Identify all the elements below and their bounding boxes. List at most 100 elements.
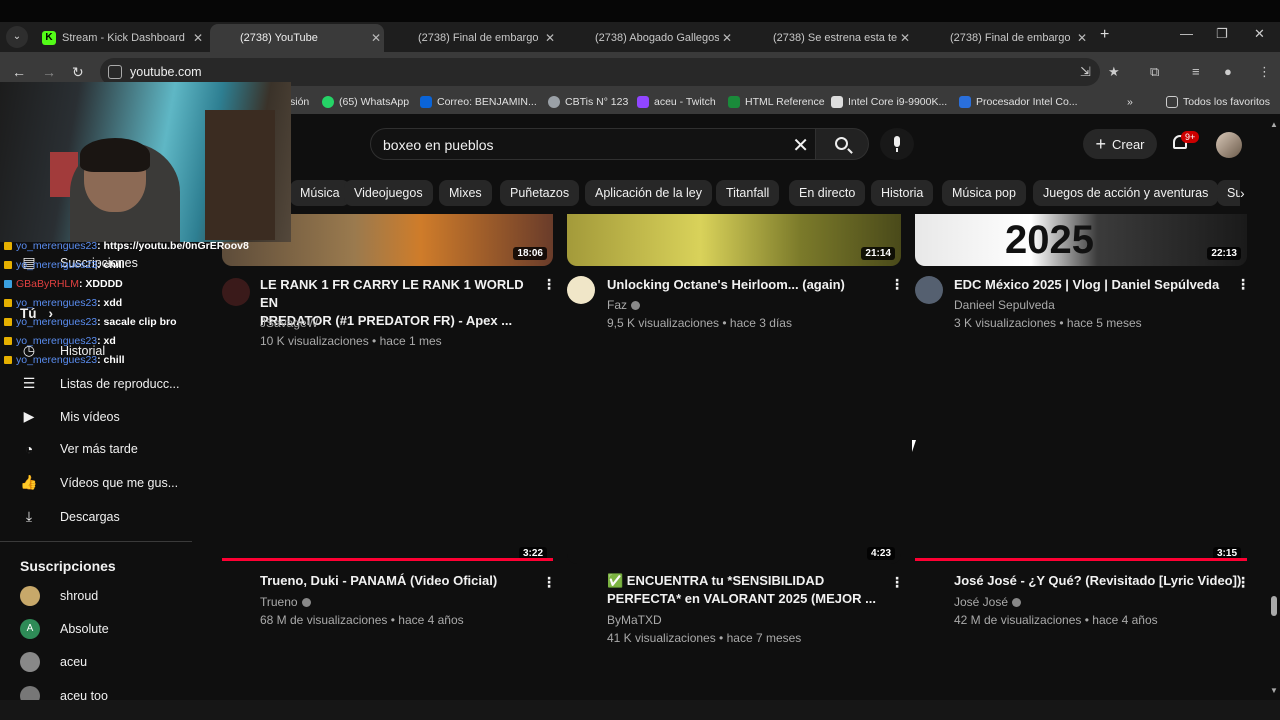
close-icon[interactable]: ✕ [190,31,206,45]
media-icon[interactable]: ≡ [1192,64,1200,79]
more-options-icon[interactable]: ⋮ [542,574,556,591]
more-options-icon[interactable]: ⋮ [890,574,904,591]
close-window-icon[interactable]: ✕ [1254,26,1265,42]
new-tab-icon[interactable]: + [1100,26,1109,44]
search-button[interactable] [815,128,869,160]
clock-icon: ◔ [24,441,34,457]
video-title[interactable]: EDC México 2025 | Vlog | Daniel Sepúlved… [954,276,1244,294]
more-bookmarks-icon[interactable]: » [1127,96,1133,108]
search-box[interactable]: boxeo en pueblos ✕ [370,128,816,160]
video-thumbnail[interactable]: 3:22 [222,360,553,564]
scroll-down-icon[interactable]: ▼ [1270,686,1278,695]
chip-titanfall[interactable]: Titanfall [716,180,780,206]
close-icon[interactable]: ✕ [719,31,735,45]
bookmark-correo[interactable]: Correo: BENJAMIN... [420,96,537,108]
reload-icon[interactable]: ↻ [72,64,84,81]
video-thumbnail[interactable]: 21:14 [567,214,901,266]
video-thumbnail[interactable]: 4:23 [567,360,901,564]
subscription-absolute[interactable]: A Absolute [20,619,109,639]
bookmark-intel-core[interactable]: Intel Core i9-9900K... [831,96,947,108]
menu-icon[interactable]: ⋮ [1258,64,1271,80]
channel-avatar[interactable] [915,276,943,304]
channel-name[interactable]: JSavageW [260,316,318,330]
close-icon[interactable]: ✕ [897,31,913,45]
sidebar-item-liked[interactable]: 👍 Vídeos que me gus... [20,474,178,491]
chip-mixes[interactable]: Mixes [439,180,492,206]
back-icon[interactable]: ← [12,64,26,80]
bottom-strip [0,700,1280,720]
sidebar-item-my-videos[interactable]: ▶ Mis vídeos [20,408,120,425]
more-options-icon[interactable]: ⋮ [1236,276,1250,293]
tab-youtube-5[interactable]: (2738) Final de embargo o ✕ [920,24,1090,159]
sidebar-item-downloads[interactable]: ⤓ Descargas [20,508,120,525]
video-title[interactable]: Trueno, Duki - PANAMÁ (Video Oficial) [260,572,540,590]
page-scrollbar[interactable]: ▲ ▼ [1268,118,1280,700]
bookmark-cbtis[interactable]: CBTis N° 123 [548,96,628,108]
tab-youtube-2[interactable]: (2738) Final de embargo o ✕ [388,24,558,159]
subscription-shroud[interactable]: shroud [20,586,98,606]
close-icon[interactable]: ✕ [542,31,558,45]
chip-aplicacion-de-la-ley[interactable]: Aplicación de la ley [585,180,713,206]
channel-name[interactable]: José José [954,595,1022,609]
close-icon[interactable]: ✕ [368,31,384,45]
chip-punetazos[interactable]: Puñetazos [500,180,580,206]
bookmark-all-favorites[interactable]: Todos los favoritos [1166,96,1270,108]
sidebar-item-playlists[interactable]: ☰ Listas de reproducc... [20,375,180,392]
chip-historia[interactable]: Historia [871,180,934,206]
chip-musica[interactable]: Música [290,180,350,206]
channel-name[interactable]: Trueno [260,595,311,609]
account-avatar[interactable] [1216,132,1242,158]
tab-youtube-4[interactable]: (2738) Se estrena esta terc ✕ [743,24,913,159]
tab-kick-dashboard[interactable]: K Stream - Kick Dashboard ✕ [32,24,206,52]
chip-musica-pop[interactable]: Música pop [942,180,1026,206]
video-title[interactable]: José José - ¿Y Qué? (Revisitado [Lyric V… [954,572,1244,590]
close-icon[interactable]: ✕ [1074,31,1090,45]
bookmark-twitch[interactable]: aceu - Twitch [637,96,716,108]
bookmark-item[interactable]: sión [290,96,309,108]
video-thumbnail[interactable]: 3:15 [915,360,1247,564]
channel-avatar[interactable] [222,278,250,306]
chip-en-directo[interactable]: En directo [789,180,866,206]
watch-progress-bar [222,558,553,561]
channel-name[interactable]: ByMaTXD [607,613,662,627]
tab-youtube-3[interactable]: (2738) Abogado Gallegos ✕ [565,24,735,159]
video-title[interactable]: ✅ ENCUENTRA tu *SENSIBILIDAD PERFECTA* en… [607,572,887,608]
tab-search-button[interactable]: ⌄ [6,26,28,48]
sidebar-item-watch-later[interactable]: ◔ Ver más tarde [20,441,138,457]
more-options-icon[interactable]: ⋮ [542,276,556,293]
minimize-icon[interactable]: — [1180,26,1193,41]
chat-message: yo_merengues23: xd [4,335,116,347]
extensions-icon[interactable]: ⧉ [1150,64,1159,80]
subscription-aceu[interactable]: aceu [20,652,87,672]
install-icon[interactable]: ⇲ [1080,64,1091,80]
create-button[interactable]: + Crear [1083,129,1157,159]
chip-juegos-accion[interactable]: Juegos de acción y aventuras [1033,180,1219,206]
bookmark-procesador[interactable]: Procesador Intel Co... [959,96,1078,108]
channel-name[interactable]: Faz [607,298,641,312]
scroll-up-icon[interactable]: ▲ [1270,120,1278,129]
tab-youtube[interactable]: (2738) YouTube ✕ [210,24,384,159]
restore-icon[interactable]: ❐ [1216,26,1228,42]
forward-icon[interactable]: → [42,64,56,80]
channel-avatar[interactable] [567,276,595,304]
clear-search-icon[interactable]: ✕ [792,133,809,158]
bookmark-whatsapp[interactable]: (65) WhatsApp [322,96,409,108]
verified-icon [631,301,641,311]
site-info-icon[interactable] [108,65,122,79]
bookmark-star-icon[interactable]: ★ [1108,64,1120,80]
watch-progress-bar [915,558,1247,561]
video-title[interactable]: Unlocking Octane's Heirloom... (again) [607,276,887,294]
video-thumbnail[interactable]: 2025 22:13 [915,214,1247,266]
chat-message: yo_merengues23: chill [4,259,125,271]
search-input[interactable]: boxeo en pueblos [383,137,494,153]
channel-name[interactable]: Danieel Sepulveda [954,298,1055,312]
profile-icon[interactable]: ● [1224,64,1232,79]
voice-search-icon[interactable] [880,128,914,160]
more-options-icon[interactable]: ⋮ [890,276,904,293]
chip-videojuegos[interactable]: Videojuegos [344,180,433,206]
video-meta: 41 K visualizaciones • hace 7 meses [607,631,802,645]
bookmark-html-reference[interactable]: HTML Reference [728,96,825,108]
more-options-icon[interactable]: ⋮ [1236,574,1250,591]
chevron-right-icon[interactable]: › [1240,180,1260,206]
scrollbar-thumb[interactable] [1271,596,1277,616]
